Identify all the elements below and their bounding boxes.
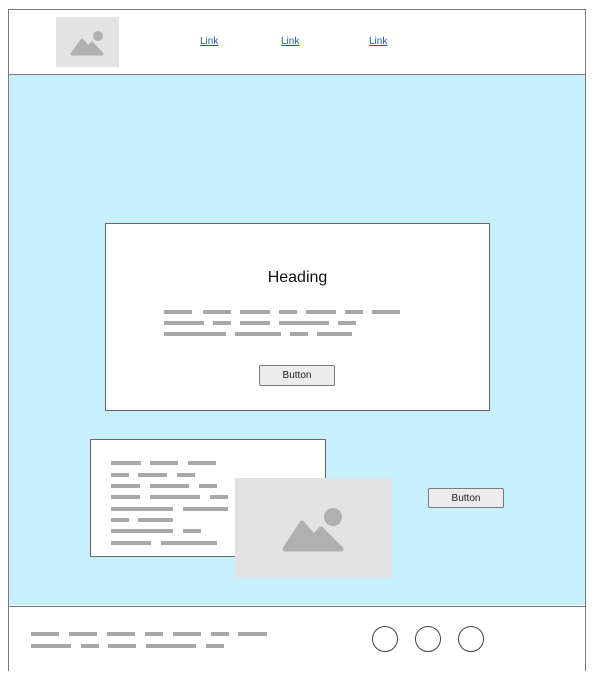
text-line [111, 473, 129, 477]
text-line [164, 321, 204, 325]
social-icon-3[interactable] [458, 626, 484, 652]
text-line [31, 632, 59, 636]
text-line [107, 632, 135, 636]
text-line [206, 644, 224, 648]
text-line [146, 644, 196, 648]
hero-heading: Heading [267, 269, 328, 286]
image-placeholder-icon [70, 31, 104, 56]
text-line [138, 518, 173, 522]
text-line [279, 310, 297, 314]
hero-button[interactable]: Button [259, 365, 335, 386]
image-placeholder-icon [282, 508, 344, 552]
footer [9, 606, 585, 671]
text-line [161, 541, 217, 545]
text-line [279, 321, 329, 325]
text-line [210, 495, 228, 499]
logo-image[interactable] [56, 17, 119, 67]
text-line [306, 310, 336, 314]
text-line [138, 473, 167, 477]
text-line [111, 541, 151, 545]
nav-link-2[interactable]: Link [281, 36, 299, 47]
side-button[interactable]: Button [428, 488, 504, 508]
text-line [345, 310, 363, 314]
content-image[interactable] [235, 478, 392, 578]
text-line [183, 507, 228, 511]
nav-link-1[interactable]: Link [200, 36, 218, 47]
text-line [81, 644, 99, 648]
text-line [240, 310, 270, 314]
text-line [145, 632, 163, 636]
text-line [211, 632, 229, 636]
social-icon-2[interactable] [415, 626, 441, 652]
text-line [69, 632, 97, 636]
text-line [173, 632, 201, 636]
text-line [238, 632, 267, 636]
text-line [213, 321, 231, 325]
text-line [150, 461, 178, 465]
text-line [240, 321, 270, 325]
text-line [290, 332, 308, 336]
text-line [164, 332, 226, 336]
text-line [111, 507, 173, 511]
text-line [183, 529, 201, 533]
text-line [150, 495, 200, 499]
text-line [111, 461, 141, 465]
text-line [150, 484, 189, 488]
hero-card: Heading Button [105, 223, 490, 411]
text-line [199, 484, 217, 488]
nav-link-3[interactable]: Link [369, 36, 387, 47]
text-line [177, 473, 195, 477]
text-line [31, 644, 71, 648]
header: Link Link Link [9, 10, 585, 75]
text-line [203, 310, 231, 314]
text-line [338, 321, 356, 325]
text-line [188, 461, 216, 465]
text-line [111, 484, 140, 488]
text-line [111, 518, 129, 522]
text-line [317, 332, 352, 336]
text-line [111, 529, 173, 533]
social-icon-1[interactable] [372, 626, 398, 652]
main-section: Heading Button Button [9, 75, 585, 605]
text-line [111, 495, 140, 499]
text-line [164, 310, 192, 314]
text-line [235, 332, 281, 336]
text-line [372, 310, 400, 314]
text-line [108, 644, 136, 648]
